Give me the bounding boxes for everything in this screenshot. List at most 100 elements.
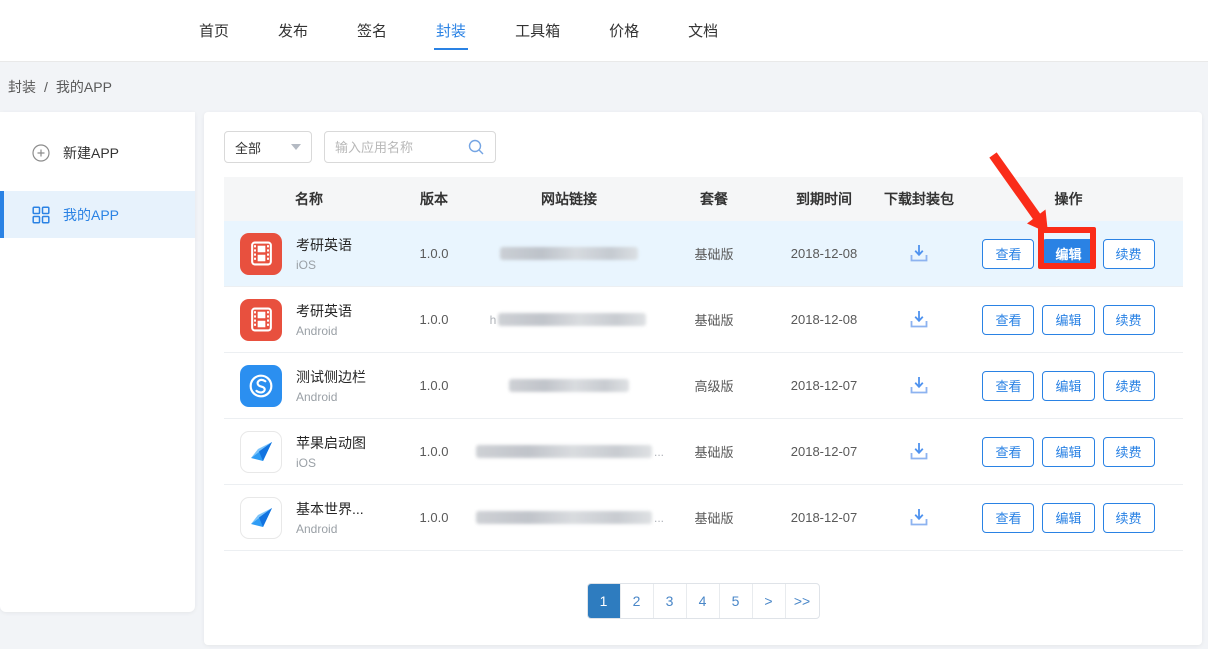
app-expire-date: 2018-12-07 xyxy=(764,510,884,525)
top-nav: 首页 发布 签名 封装 工具箱 价格 文档 xyxy=(0,0,1208,62)
masked-url xyxy=(498,313,646,326)
page-button-2[interactable]: 2 xyxy=(621,584,654,618)
col-header-name: 名称 xyxy=(224,189,394,209)
nav-home[interactable]: 首页 xyxy=(199,0,229,62)
apps-table: 名称 版本 网站链接 套餐 到期时间 下载封装包 操作 考研英语 iOS xyxy=(224,177,1183,551)
masked-url-suffix: ... xyxy=(654,445,664,459)
pagination-group: 1 2 3 4 5 > >> xyxy=(587,583,820,619)
app-platform: Android xyxy=(296,522,364,536)
breadcrumb-parent[interactable]: 封装 xyxy=(8,77,36,97)
nav-package[interactable]: 封装 xyxy=(436,0,466,62)
app-expire-date: 2018-12-08 xyxy=(764,312,884,327)
renew-button[interactable]: 续费 xyxy=(1103,305,1155,335)
view-button[interactable]: 查看 xyxy=(982,239,1034,269)
app-name: 苹果启动图 xyxy=(296,433,366,453)
app-plan: 高级版 xyxy=(664,376,764,395)
category-select[interactable]: 全部 xyxy=(224,131,312,163)
download-icon[interactable] xyxy=(907,309,931,331)
col-header-download: 下载封装包 xyxy=(884,189,954,209)
app-version: 1.0.0 xyxy=(394,312,474,327)
app-version: 1.0.0 xyxy=(394,510,474,525)
masked-url xyxy=(509,379,629,392)
renew-button[interactable]: 续费 xyxy=(1103,437,1155,467)
table-row: 考研英语 iOS 1.0.0 基础版 2018-12-08 查看 编辑 续费 xyxy=(224,221,1183,287)
page-button-5[interactable]: 5 xyxy=(720,584,753,618)
plus-circle-icon xyxy=(32,144,50,162)
nav-publish[interactable]: 发布 xyxy=(278,0,308,62)
nav-toolbox[interactable]: 工具箱 xyxy=(515,0,560,62)
table-header-row: 名称 版本 网站链接 套餐 到期时间 下载封装包 操作 xyxy=(224,177,1183,221)
nav-sign[interactable]: 签名 xyxy=(357,0,387,62)
app-expire-date: 2018-12-07 xyxy=(764,378,884,393)
view-button[interactable]: 查看 xyxy=(982,371,1034,401)
col-header-url: 网站链接 xyxy=(474,189,664,209)
app-expire-date: 2018-12-07 xyxy=(764,444,884,459)
category-select-value: 全部 xyxy=(235,138,261,157)
breadcrumb-current: 我的APP xyxy=(56,77,112,97)
film-app-icon xyxy=(240,299,282,341)
page-button-3[interactable]: 3 xyxy=(654,584,687,618)
app-name: 考研英语 xyxy=(296,235,352,255)
app-plan: 基础版 xyxy=(664,244,764,263)
app-platform: iOS xyxy=(296,258,352,272)
next-page-button[interactable]: > xyxy=(753,584,786,618)
col-header-version: 版本 xyxy=(394,189,474,209)
pagination: 1 2 3 4 5 > >> xyxy=(204,583,1202,619)
sidebar-item-my-app[interactable]: 我的APP xyxy=(0,191,195,238)
download-icon[interactable] xyxy=(907,243,931,265)
table-row: 考研英语 Android 1.0.0 h 基础版 2018-12-08 查看 编… xyxy=(224,287,1183,353)
app-expire-date: 2018-12-08 xyxy=(764,246,884,261)
col-header-expire: 到期时间 xyxy=(764,189,884,209)
app-name: 考研英语 xyxy=(296,301,352,321)
search-icon[interactable] xyxy=(467,138,485,156)
download-icon[interactable] xyxy=(907,507,931,529)
s-circle-app-icon xyxy=(240,365,282,407)
film-app-icon xyxy=(240,233,282,275)
app-version: 1.0.0 xyxy=(394,378,474,393)
bird-app-icon xyxy=(240,431,282,473)
view-button[interactable]: 查看 xyxy=(982,437,1034,467)
page-button-4[interactable]: 4 xyxy=(687,584,720,618)
table-row: 测试侧边栏 Android 1.0.0 高级版 2018-12-07 查看 编辑… xyxy=(224,353,1183,419)
breadcrumb-separator: / xyxy=(44,79,48,95)
masked-url xyxy=(500,247,638,260)
view-button[interactable]: 查看 xyxy=(982,305,1034,335)
nav-price[interactable]: 价格 xyxy=(609,0,639,62)
sidebar-item-new-app[interactable]: 新建APP xyxy=(0,128,195,178)
last-page-button[interactable]: >> xyxy=(786,584,819,618)
sidebar: 新建APP 我的APP xyxy=(0,112,195,612)
edit-button[interactable]: 编辑 xyxy=(1042,239,1094,269)
edit-button[interactable]: 编辑 xyxy=(1042,437,1094,467)
view-button[interactable]: 查看 xyxy=(982,503,1034,533)
app-platform: iOS xyxy=(296,456,366,470)
download-icon[interactable] xyxy=(907,375,931,397)
app-plan: 基础版 xyxy=(664,508,764,527)
app-plan: 基础版 xyxy=(664,442,764,461)
renew-button[interactable]: 续费 xyxy=(1103,503,1155,533)
renew-button[interactable]: 续费 xyxy=(1103,239,1155,269)
app-name: 基本世界... xyxy=(296,499,364,519)
table-row: 基本世界... Android 1.0.0 ... 基础版 2018-12-07… xyxy=(224,485,1183,551)
col-header-plan: 套餐 xyxy=(664,189,764,209)
search-input[interactable] xyxy=(335,140,461,155)
sidebar-item-label: 我的APP xyxy=(63,205,119,225)
bird-app-icon xyxy=(240,497,282,539)
app-version: 1.0.0 xyxy=(394,246,474,261)
main-panel: 全部 名称 版本 网站链接 套餐 到期时间 下载封装包 操作 xyxy=(204,112,1202,645)
nav-docs[interactable]: 文档 xyxy=(688,0,718,62)
masked-url-prefix: h xyxy=(490,313,497,327)
masked-url xyxy=(476,445,652,458)
filter-bar: 全部 xyxy=(224,131,1202,163)
renew-button[interactable]: 续费 xyxy=(1103,371,1155,401)
edit-button[interactable]: 编辑 xyxy=(1042,503,1094,533)
download-icon[interactable] xyxy=(907,441,931,463)
sidebar-item-label: 新建APP xyxy=(63,143,119,163)
edit-button[interactable]: 编辑 xyxy=(1042,371,1094,401)
app-version: 1.0.0 xyxy=(394,444,474,459)
masked-url xyxy=(476,511,652,524)
masked-url-suffix: ... xyxy=(654,511,664,525)
page-button-1[interactable]: 1 xyxy=(588,584,621,618)
caret-down-icon xyxy=(291,144,301,150)
grid-icon xyxy=(32,206,50,224)
edit-button[interactable]: 编辑 xyxy=(1042,305,1094,335)
